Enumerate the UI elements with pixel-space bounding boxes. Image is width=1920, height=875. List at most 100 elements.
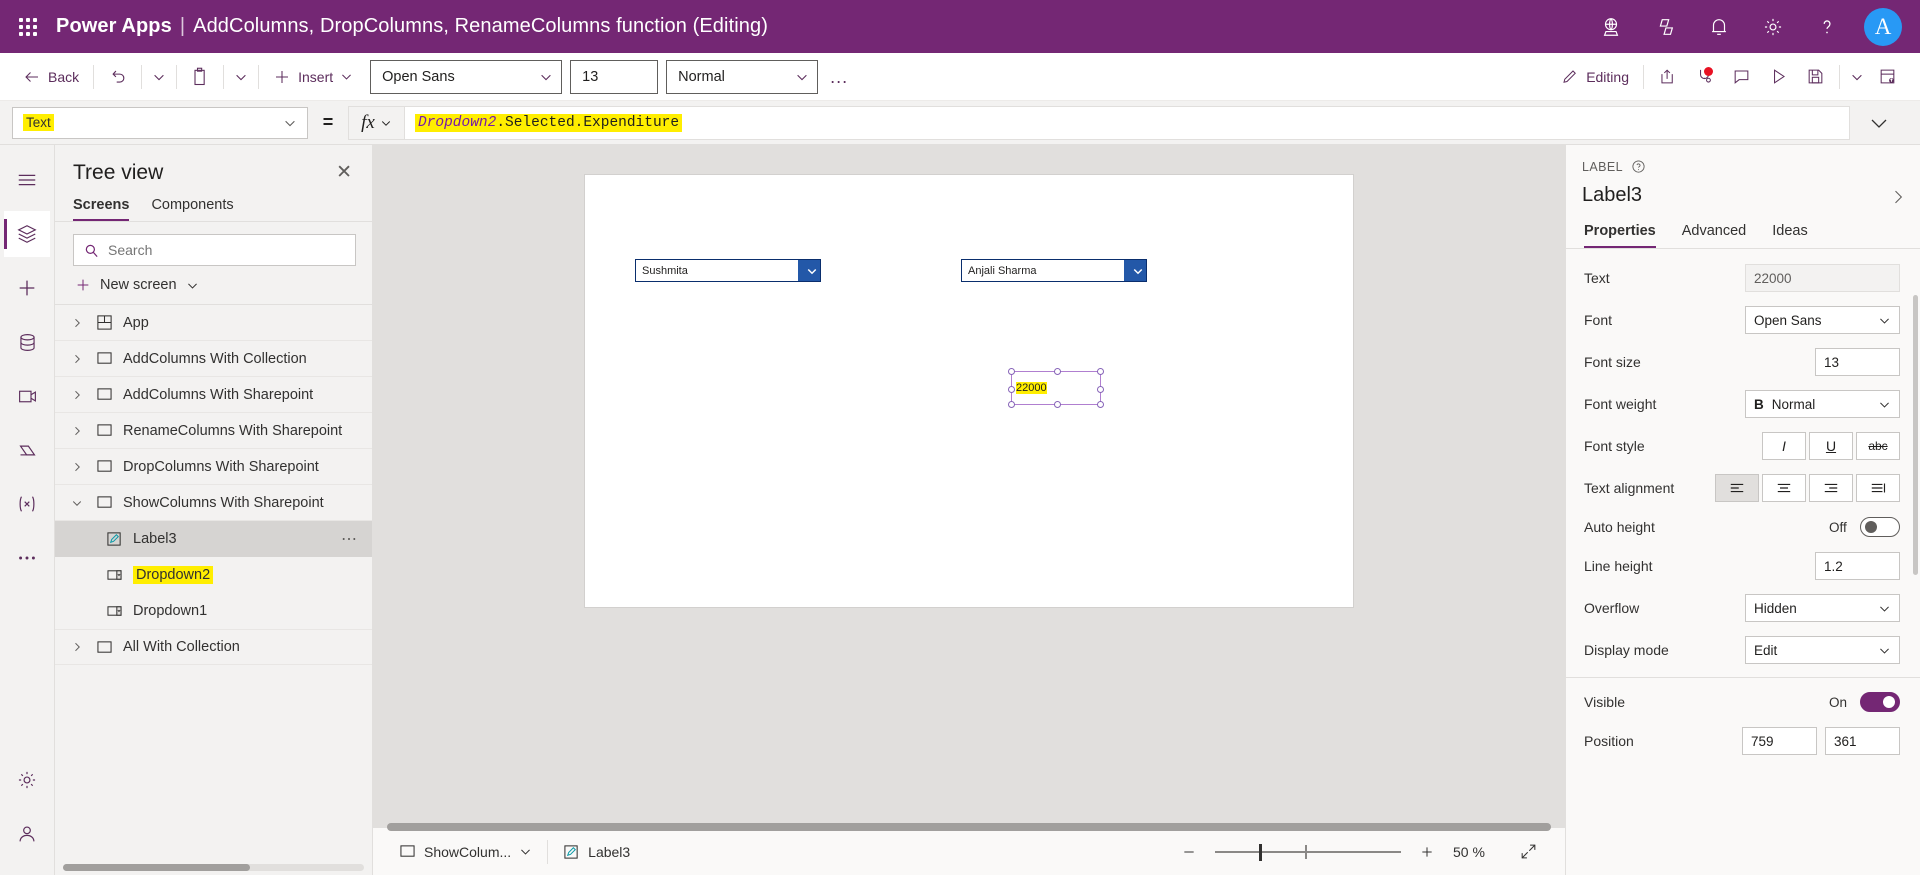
formula-bar-expand-chevron-down-icon[interactable]: [1850, 111, 1908, 135]
resize-handle-w[interactable]: [1008, 386, 1015, 393]
share-button[interactable]: [1649, 60, 1686, 94]
gear-icon[interactable]: [1746, 0, 1800, 53]
resize-handle-nw[interactable]: [1008, 368, 1015, 375]
tab-ideas[interactable]: Ideas: [1772, 223, 1807, 248]
strikethrough-icon[interactable]: abc: [1856, 432, 1900, 460]
property-value-display-mode[interactable]: Edit: [1745, 636, 1900, 664]
tree-node-app[interactable]: App: [55, 305, 372, 341]
property-value-overflow[interactable]: Hidden: [1745, 594, 1900, 622]
fit-to-screen-icon[interactable]: [1513, 842, 1543, 861]
formula-input[interactable]: Dropdown2.Selected.Expenditure: [404, 106, 1850, 140]
app-checker-button[interactable]: [1686, 60, 1723, 94]
property-value-font-weight[interactable]: B Normal: [1745, 390, 1900, 418]
rail-item-insert[interactable]: [4, 265, 50, 311]
fx-button[interactable]: fx: [348, 106, 404, 140]
tab-screens[interactable]: Screens: [73, 197, 129, 221]
align-right-icon[interactable]: [1809, 474, 1853, 502]
publish-button[interactable]: [1869, 60, 1906, 94]
canvas-horizontal-scrollbar[interactable]: [373, 823, 1565, 831]
underline-icon[interactable]: U: [1809, 432, 1853, 460]
zoom-out-button[interactable]: [1177, 840, 1201, 864]
tab-components[interactable]: Components: [151, 197, 233, 221]
rail-item-data[interactable]: [4, 319, 50, 365]
tree-node-addcolumns-with-collection[interactable]: AddColumns With Collection: [55, 341, 372, 377]
resize-handle-s[interactable]: [1054, 401, 1061, 408]
editing-mode-button[interactable]: Editing: [1552, 60, 1638, 94]
control-selector[interactable]: Label3: [553, 836, 640, 868]
chevron-right-icon[interactable]: [69, 425, 85, 437]
resize-handle-n[interactable]: [1054, 368, 1061, 375]
rail-item-variables[interactable]: [4, 481, 50, 527]
tab-advanced[interactable]: Advanced: [1682, 223, 1747, 248]
tree-node-dropcolumns-with-sharepoint[interactable]: DropColumns With Sharepoint: [55, 449, 372, 485]
undo-dropdown-chevron-down-icon[interactable]: [147, 60, 171, 94]
zoom-in-button[interactable]: [1415, 840, 1439, 864]
comments-button[interactable]: [1723, 60, 1760, 94]
preview-play-button[interactable]: [1760, 60, 1797, 94]
zoom-slider[interactable]: [1215, 843, 1401, 861]
tree-node-label3[interactable]: Label3 ⋯: [55, 521, 372, 557]
tree-node-addcolumns-with-sharepoint[interactable]: AddColumns With Sharepoint: [55, 377, 372, 413]
tree-panel-horizontal-scrollbar[interactable]: [63, 864, 364, 871]
tree-node-renamecolumns-with-sharepoint[interactable]: RenameColumns With Sharepoint: [55, 413, 372, 449]
tree-node-dropdown1[interactable]: Dropdown1: [55, 593, 372, 629]
tree-node-all-with-collection[interactable]: All With Collection: [55, 629, 372, 665]
waffle-menu-icon[interactable]: [0, 18, 56, 36]
property-value-position-y[interactable]: 361: [1825, 727, 1900, 755]
align-left-icon[interactable]: [1715, 474, 1759, 502]
resize-handle-e[interactable]: [1097, 386, 1104, 393]
canvas-dropdown2[interactable]: Anjali Sharma: [961, 259, 1147, 282]
property-select[interactable]: Text: [12, 107, 308, 139]
paste-dropdown-chevron-down-icon[interactable]: [229, 60, 253, 94]
resize-handle-ne[interactable]: [1097, 368, 1104, 375]
rail-item-more[interactable]: [4, 535, 50, 581]
font-family-select[interactable]: Open Sans: [370, 60, 562, 94]
paste-button[interactable]: [182, 60, 218, 94]
collapse-panel-chevron-right-icon[interactable]: [1888, 187, 1908, 210]
property-value-position-x[interactable]: 759: [1742, 727, 1817, 755]
zoom-slider-thumb[interactable]: [1259, 844, 1262, 861]
help-icon[interactable]: [1800, 0, 1854, 53]
chevron-right-icon[interactable]: [69, 641, 85, 653]
bell-icon[interactable]: [1692, 0, 1746, 53]
save-dropdown-chevron-down-icon[interactable]: [1845, 60, 1869, 94]
apps-icon[interactable]: [1638, 0, 1692, 53]
auto-height-toggle[interactable]: [1860, 517, 1900, 537]
resize-handle-se[interactable]: [1097, 401, 1104, 408]
chevron-right-icon[interactable]: [69, 461, 85, 473]
rail-item-settings[interactable]: [4, 757, 50, 803]
property-value-font-size[interactable]: 13: [1815, 348, 1900, 376]
insert-button[interactable]: Insert: [264, 60, 362, 94]
environment-globe-icon[interactable]: [1584, 0, 1638, 53]
italic-icon[interactable]: I: [1762, 432, 1806, 460]
canvas-label3[interactable]: 22000: [1011, 371, 1101, 405]
search-input[interactable]: [108, 242, 345, 258]
font-weight-select[interactable]: Normal: [666, 60, 818, 94]
tree-node-showcolumns-with-sharepoint[interactable]: ShowColumns With Sharepoint: [55, 485, 372, 521]
rail-item-account[interactable]: [4, 811, 50, 857]
avatar[interactable]: A: [1864, 8, 1902, 46]
property-value-text[interactable]: 22000: [1745, 264, 1900, 292]
canvas-dropdown1[interactable]: Sushmita: [635, 259, 821, 282]
align-justify-icon[interactable]: [1856, 474, 1900, 502]
visible-toggle[interactable]: [1860, 692, 1900, 712]
save-button[interactable]: [1797, 60, 1834, 94]
rail-item-power-automate[interactable]: [4, 427, 50, 473]
property-value-font[interactable]: Open Sans: [1745, 306, 1900, 334]
chevron-right-icon[interactable]: [69, 389, 85, 401]
new-screen-button[interactable]: New screen: [55, 266, 372, 305]
rail-item-menu[interactable]: [4, 157, 50, 203]
tab-properties[interactable]: Properties: [1584, 223, 1656, 248]
font-size-select[interactable]: 13: [570, 60, 658, 94]
chevron-down-icon[interactable]: [69, 497, 85, 509]
chevron-right-icon[interactable]: [69, 353, 85, 365]
tree-node-more-icon[interactable]: ⋯: [341, 529, 372, 549]
close-icon[interactable]: ✕: [332, 161, 356, 184]
chevron-down-icon[interactable]: [798, 260, 820, 281]
rail-item-media[interactable]: [4, 373, 50, 419]
properties-scrollbar[interactable]: [1913, 295, 1918, 575]
rail-item-tree-view[interactable]: [4, 211, 50, 257]
back-button[interactable]: Back: [14, 60, 88, 94]
screen-selector[interactable]: ShowColum...: [389, 836, 542, 868]
align-center-icon[interactable]: [1762, 474, 1806, 502]
